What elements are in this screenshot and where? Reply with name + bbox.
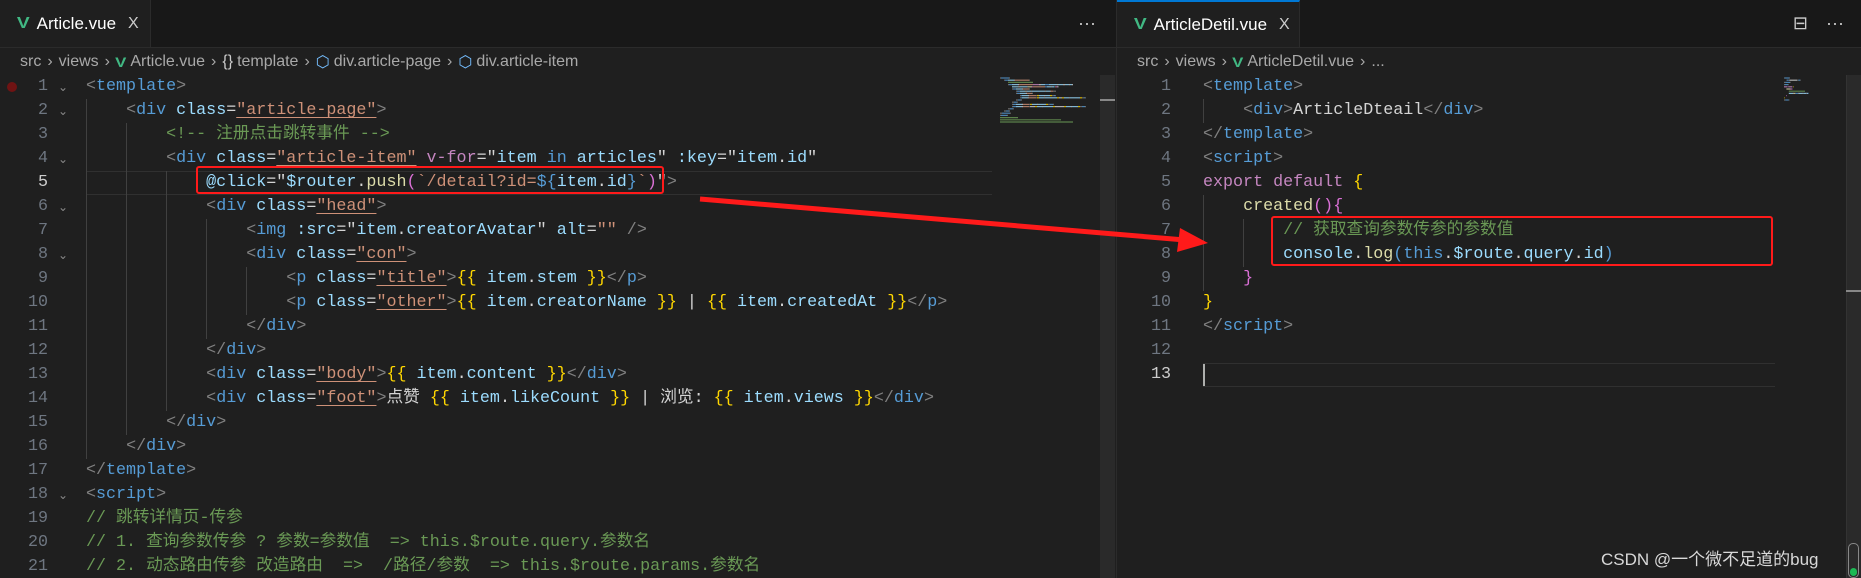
annotation-arrow — [699, 196, 1208, 252]
status-indicator-icon — [1848, 543, 1859, 578]
watermark: CSDN @一个微不足道的bug — [1601, 550, 1819, 569]
